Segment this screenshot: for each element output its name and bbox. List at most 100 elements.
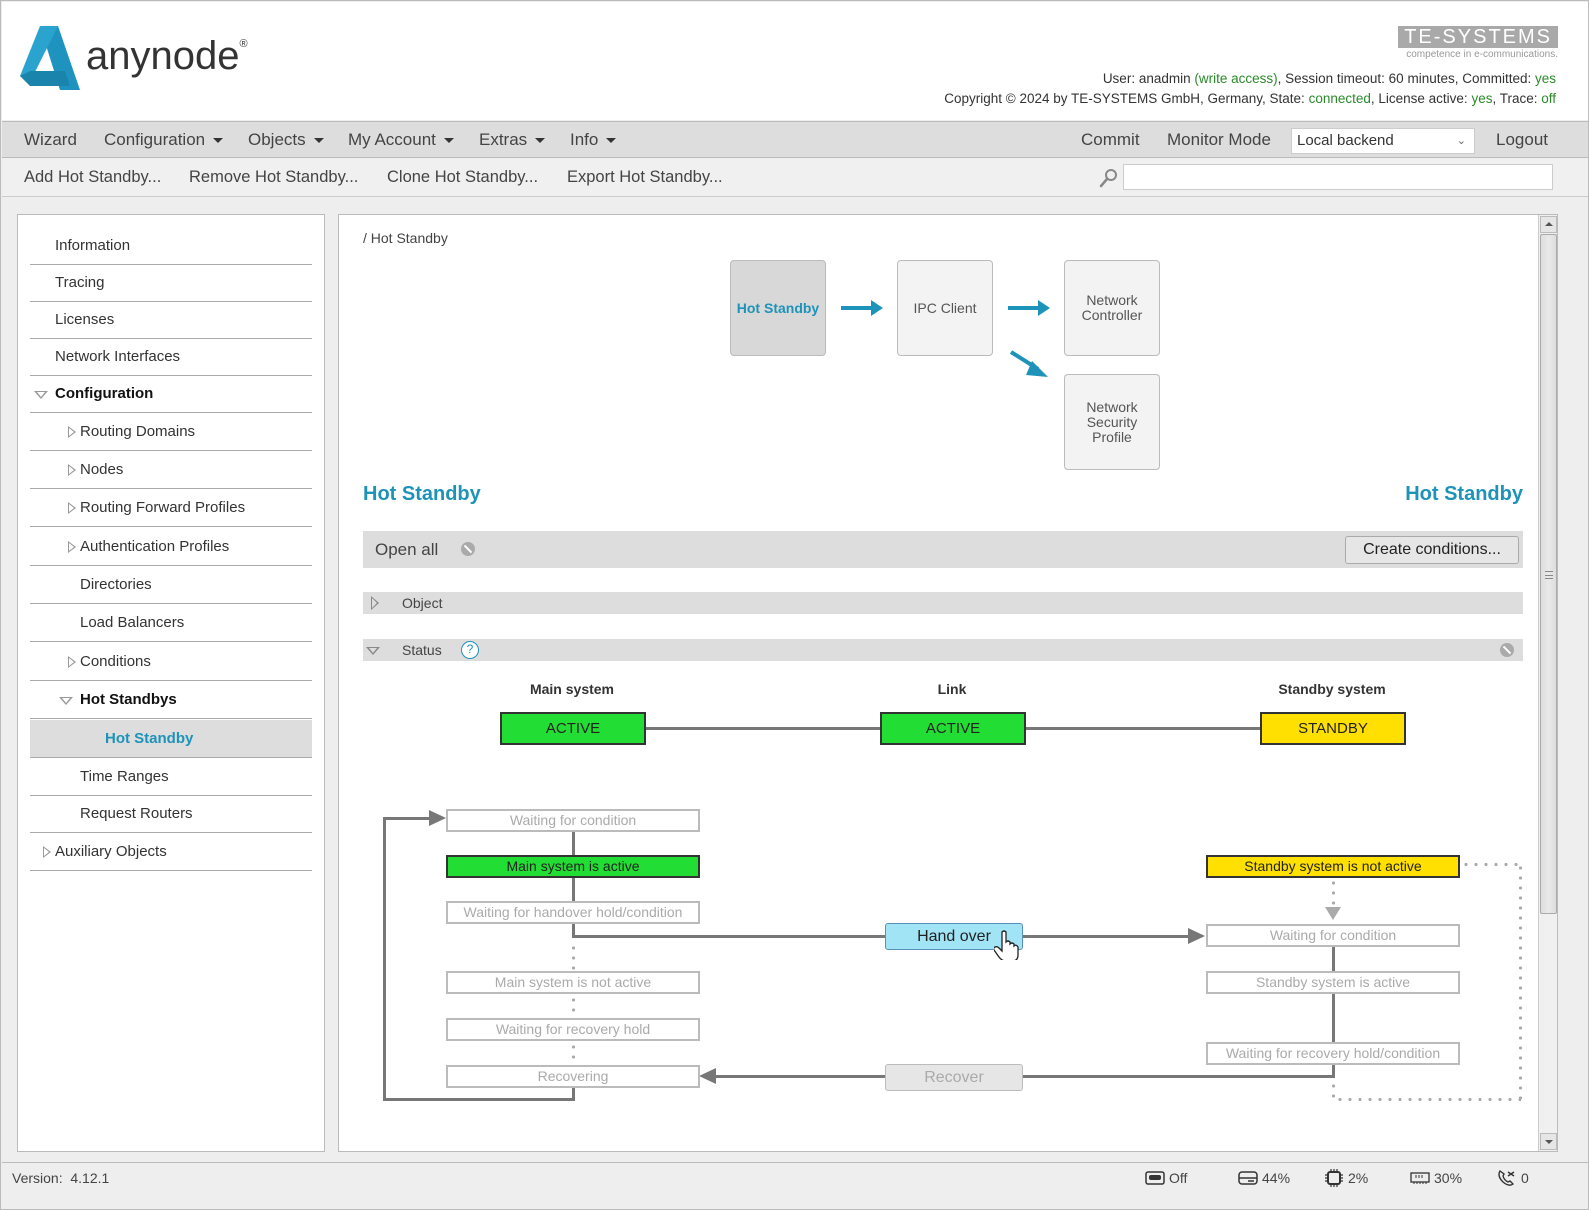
sidebar-item-routing-domains[interactable]: Routing Domains bbox=[30, 413, 312, 451]
sidebar-item-auxiliary-objects[interactable]: Auxiliary Objects bbox=[30, 833, 312, 871]
standby-state-waiting-for-condition: Waiting for condition bbox=[1206, 924, 1460, 947]
sidebar-item-network-interfaces[interactable]: Network Interfaces bbox=[30, 338, 312, 376]
flow-node-hot-standby[interactable]: Hot Standby bbox=[730, 260, 826, 356]
recover-button: Recover bbox=[885, 1064, 1023, 1091]
expand-icon[interactable] bbox=[68, 656, 76, 668]
standby-state-waiting-recovery: Waiting for recovery hold/condition bbox=[1206, 1042, 1460, 1065]
page-title: Hot Standby bbox=[363, 483, 481, 505]
logout-button[interactable]: Logout bbox=[1496, 122, 1548, 158]
help-icon[interactable]: ? bbox=[461, 641, 479, 659]
sidebar-item-authentication-profiles[interactable]: Authentication Profiles bbox=[30, 528, 312, 566]
sidebar-item-information[interactable]: Information bbox=[30, 227, 312, 265]
connector-line bbox=[1022, 935, 1192, 938]
standby-system-state: STANDBY bbox=[1260, 712, 1406, 745]
connector-line bbox=[383, 817, 433, 820]
commit-button[interactable]: Commit bbox=[1081, 122, 1140, 158]
menu-configuration[interactable]: Configuration bbox=[104, 122, 224, 158]
expand-icon[interactable] bbox=[43, 846, 51, 858]
main-state-waiting-handover: Waiting for handover hold/condition bbox=[446, 901, 700, 924]
arrow-left-icon bbox=[699, 1068, 716, 1084]
collapse-icon[interactable] bbox=[59, 697, 73, 705]
standby-system-label: Standby system bbox=[1278, 681, 1386, 697]
sidebar-item-nodes[interactable]: Nodes bbox=[30, 451, 312, 489]
arrow-diagonal-icon bbox=[1009, 350, 1048, 377]
access-level: (write access) bbox=[1194, 71, 1278, 86]
committed-status: yes bbox=[1534, 71, 1556, 86]
section-object-header[interactable]: Object bbox=[363, 592, 1523, 614]
sidebar-item-hot-standbys[interactable]: Hot Standbys bbox=[30, 681, 312, 719]
hand-cursor-icon bbox=[994, 930, 1019, 960]
remove-hot-standby-button[interactable]: Remove Hot Standby... bbox=[189, 159, 358, 196]
main-scrollbar[interactable] bbox=[1538, 215, 1557, 1151]
flow-node-network-security-profile[interactable]: Network Security Profile bbox=[1064, 374, 1160, 470]
search-input[interactable] bbox=[1123, 164, 1553, 190]
main-state-recovering: Recovering bbox=[446, 1065, 700, 1088]
expand-icon[interactable] bbox=[68, 502, 76, 514]
sidebar-item-label: Network Interfaces bbox=[55, 348, 181, 365]
scroll-thumb[interactable] bbox=[1540, 234, 1557, 914]
active-calls: 0 bbox=[1497, 1163, 1529, 1193]
create-conditions-button[interactable]: Create conditions... bbox=[1345, 536, 1519, 564]
menu-extras[interactable]: Extras bbox=[479, 122, 546, 158]
sidebar-item-time-ranges[interactable]: Time Ranges bbox=[30, 758, 312, 796]
sidebar-item-configuration[interactable]: Configuration bbox=[30, 375, 312, 413]
sidebar-item-label: Hot Standby bbox=[105, 730, 194, 747]
main-state-active: Main system is active bbox=[446, 855, 700, 878]
menu-my-account[interactable]: My Account bbox=[348, 122, 454, 158]
sidebar-item-label: Routing Domains bbox=[80, 423, 196, 440]
sidebar-item-label: Conditions bbox=[80, 653, 151, 670]
sidebar: Information Tracing Licenses Network Interf… bbox=[17, 214, 325, 1152]
clone-hot-standby-button[interactable]: Clone Hot Standby... bbox=[387, 159, 538, 196]
sidebar-item-hot-standby[interactable]: Hot Standby bbox=[30, 720, 312, 758]
scroll-down-button[interactable] bbox=[1540, 1133, 1557, 1150]
menu-objects[interactable]: Objects bbox=[248, 122, 324, 158]
sidebar-item-routing-forward-profiles[interactable]: Routing Forward Profiles bbox=[30, 489, 312, 527]
sidebar-item-directories[interactable]: Directories bbox=[30, 566, 312, 604]
version-value: 4.12.1 bbox=[70, 1170, 110, 1186]
menu-info[interactable]: Info bbox=[570, 122, 617, 158]
connector-line bbox=[572, 935, 886, 938]
sidebar-item-request-routers[interactable]: Request Routers bbox=[30, 795, 312, 833]
sidebar-item-load-balancers[interactable]: Load Balancers bbox=[30, 604, 312, 642]
flow-node-network-controller[interactable]: Network Controller bbox=[1064, 260, 1160, 356]
monitor-mode-button[interactable]: Monitor Mode bbox=[1167, 122, 1271, 158]
main-state-not-active: Main system is not active bbox=[446, 971, 700, 994]
backend-select[interactable]: Local backend ⌄ bbox=[1291, 128, 1475, 154]
sidebar-item-conditions[interactable]: Conditions bbox=[30, 643, 312, 681]
section-status-header[interactable]: Status ? bbox=[363, 639, 1523, 661]
sidebar-item-licenses[interactable]: Licenses bbox=[30, 301, 312, 339]
collapse-icon[interactable] bbox=[34, 391, 48, 399]
link-state: ACTIVE bbox=[880, 712, 1026, 745]
open-all-bar: Open all Create conditions... bbox=[363, 531, 1523, 568]
add-hot-standby-button[interactable]: Add Hot Standby... bbox=[24, 159, 161, 196]
status-bar: Version: 4.12.1 Off 44% 2% 30% 0 bbox=[2, 1162, 1588, 1192]
expand-icon[interactable] bbox=[68, 541, 76, 553]
expand-icon[interactable] bbox=[68, 464, 76, 476]
connector-line bbox=[645, 727, 881, 730]
breadcrumb: / Hot Standby bbox=[363, 230, 448, 246]
search-icon bbox=[1099, 169, 1117, 188]
open-all-button[interactable]: Open all bbox=[375, 531, 438, 568]
expand-icon bbox=[371, 596, 379, 610]
disk-usage: 44% bbox=[1238, 1163, 1290, 1193]
recording-status: Off bbox=[1145, 1163, 1187, 1193]
main-state-waiting-for-condition: Waiting for condition bbox=[446, 809, 700, 832]
export-hot-standby-button[interactable]: Export Hot Standby... bbox=[567, 159, 723, 196]
connector-line bbox=[572, 877, 575, 901]
sidebar-item-tracing[interactable]: Tracing bbox=[30, 264, 312, 302]
expand-icon[interactable] bbox=[68, 426, 76, 438]
arrow-down-icon bbox=[1325, 907, 1341, 920]
trace-status: off bbox=[1541, 91, 1556, 106]
memory-usage: 30% bbox=[1410, 1163, 1462, 1193]
disabled-icon bbox=[461, 542, 475, 556]
anynode-logo-icon bbox=[20, 26, 80, 90]
main-panel: / Hot Standby Hot Standby IPC Client Net… bbox=[338, 214, 1558, 1152]
menu-wizard[interactable]: Wizard bbox=[24, 122, 77, 158]
header: anynode® TE-SYSTEMS competence in e-comm… bbox=[2, 2, 1588, 120]
connector-line bbox=[1332, 994, 1335, 1042]
license-status: yes bbox=[1471, 91, 1493, 106]
flow-node-ipc-client[interactable]: IPC Client bbox=[897, 260, 993, 356]
connector-line bbox=[1332, 1064, 1335, 1078]
sidebar-item-label: Directories bbox=[80, 576, 152, 593]
scroll-up-button[interactable] bbox=[1540, 216, 1557, 233]
